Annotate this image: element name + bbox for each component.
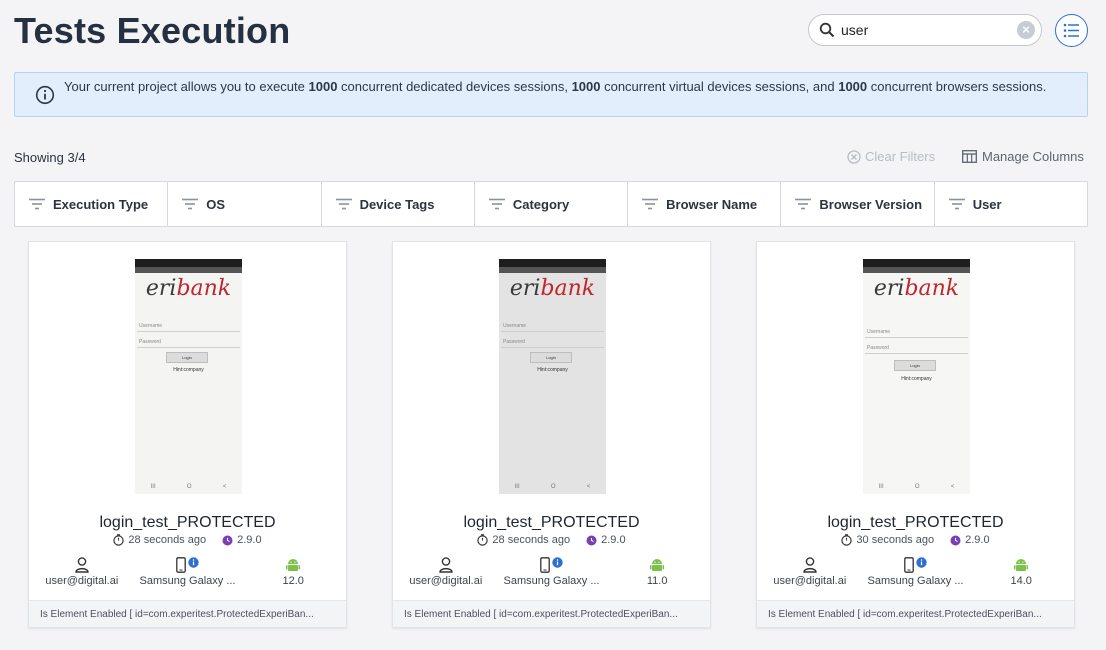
test-name[interactable]: login_test_PROTECTED (393, 514, 710, 532)
banner-message: Your current project allows you to execu… (64, 79, 1047, 94)
eribank-logo: eribank (873, 276, 960, 301)
phone-icon (176, 557, 186, 573)
os-version: 11.0 (646, 575, 668, 587)
phone-icon (904, 557, 914, 573)
device-value: Samsung Galaxy ... (139, 575, 236, 587)
device-indicator (176, 555, 199, 575)
clock-icon (113, 534, 125, 546)
last-step: Is Element Enabled [ id=com.experitest.P… (757, 600, 1074, 627)
filter-icon (182, 198, 199, 210)
columns-icon (962, 150, 977, 163)
user-icon (439, 557, 453, 573)
user-value: user@digital.ai (45, 575, 119, 587)
eribank-logo: eribank (509, 276, 596, 301)
results-count: Showing 3/4 (14, 150, 86, 165)
run-time: 30 seconds ago (856, 534, 935, 546)
clear-circle-icon (847, 149, 861, 164)
info-badge-icon[interactable] (188, 556, 199, 568)
device-indicator (540, 555, 563, 575)
info-badge-icon[interactable] (552, 556, 563, 568)
test-card[interactable]: eribank Username Password Login Hint:com… (392, 241, 711, 628)
os-version: 12.0 (282, 575, 304, 587)
version-icon (586, 535, 597, 545)
user-icon (803, 557, 817, 573)
last-step: Is Element Enabled [ id=com.experitest.P… (29, 600, 346, 627)
clock-icon (841, 534, 853, 546)
filter-os[interactable]: OS (168, 182, 322, 226)
filter-icon (488, 198, 505, 210)
filter-icon (948, 198, 965, 210)
android-icon (286, 558, 301, 571)
device-screenshot[interactable]: eribank Username Password Login Hint:com… (499, 259, 606, 494)
device-screenshot[interactable]: eribank Username Password Login Hint:com… (135, 259, 242, 494)
filter-icon (642, 198, 659, 210)
device-indicator (904, 555, 927, 575)
run-time: 28 seconds ago (128, 534, 207, 546)
test-card[interactable]: eribank Username Password Login Hint:com… (756, 241, 1075, 628)
search-box[interactable]: × (808, 14, 1042, 46)
user-icon (75, 557, 89, 573)
search-icon (819, 22, 835, 38)
device-value: Samsung Galaxy ... (867, 575, 964, 587)
phone-icon (540, 557, 550, 573)
app-version: 2.9.0 (965, 534, 990, 546)
test-card[interactable]: eribank Username Password Login Hint:com… (28, 241, 347, 628)
run-time: 28 seconds ago (492, 534, 571, 546)
page-title: Tests Execution (14, 10, 291, 51)
info-badge-icon[interactable] (916, 556, 927, 568)
clear-filters-button[interactable]: Clear Filters (847, 149, 935, 164)
list-view-icon (1063, 23, 1079, 38)
filter-icon (29, 198, 45, 210)
version-icon (222, 535, 233, 545)
filter-execution-type[interactable]: Execution Type (15, 182, 169, 226)
os-version: 14.0 (1010, 575, 1032, 587)
filter-icon (335, 198, 352, 210)
filter-browser-version[interactable]: Browser Version (781, 182, 935, 226)
android-icon (650, 558, 665, 571)
info-banner: Your current project allows you to execu… (14, 72, 1088, 117)
user-value: user@digital.ai (409, 575, 483, 587)
filter-user[interactable]: User (935, 182, 1087, 226)
eribank-logo: eribank (145, 276, 232, 301)
last-step: Is Element Enabled [ id=com.experitest.P… (393, 600, 710, 627)
filter-browser-name[interactable]: Browser Name (628, 182, 782, 226)
version-icon (950, 535, 961, 545)
clear-icon[interactable]: × (1017, 21, 1035, 39)
filter-icon (795, 198, 812, 210)
search-input[interactable] (841, 20, 1011, 40)
test-name[interactable]: login_test_PROTECTED (757, 514, 1074, 532)
app-version: 2.9.0 (237, 534, 262, 546)
app-version: 2.9.0 (601, 534, 626, 546)
device-value: Samsung Galaxy ... (503, 575, 600, 587)
clock-icon (477, 534, 489, 546)
filter-device-tags[interactable]: Device Tags (322, 182, 475, 226)
manage-columns-button[interactable]: Manage Columns (962, 149, 1084, 164)
filter-category[interactable]: Category (475, 182, 629, 226)
user-value: user@digital.ai (773, 575, 847, 587)
filter-bar: Execution Type OS Device Tags Category B… (14, 181, 1088, 227)
android-icon (1014, 558, 1029, 571)
test-name[interactable]: login_test_PROTECTED (29, 514, 346, 532)
list-view-button[interactable] (1055, 14, 1088, 47)
info-icon (35, 85, 55, 105)
device-screenshot[interactable]: eribank Username Password Login Hint:com… (863, 259, 970, 494)
